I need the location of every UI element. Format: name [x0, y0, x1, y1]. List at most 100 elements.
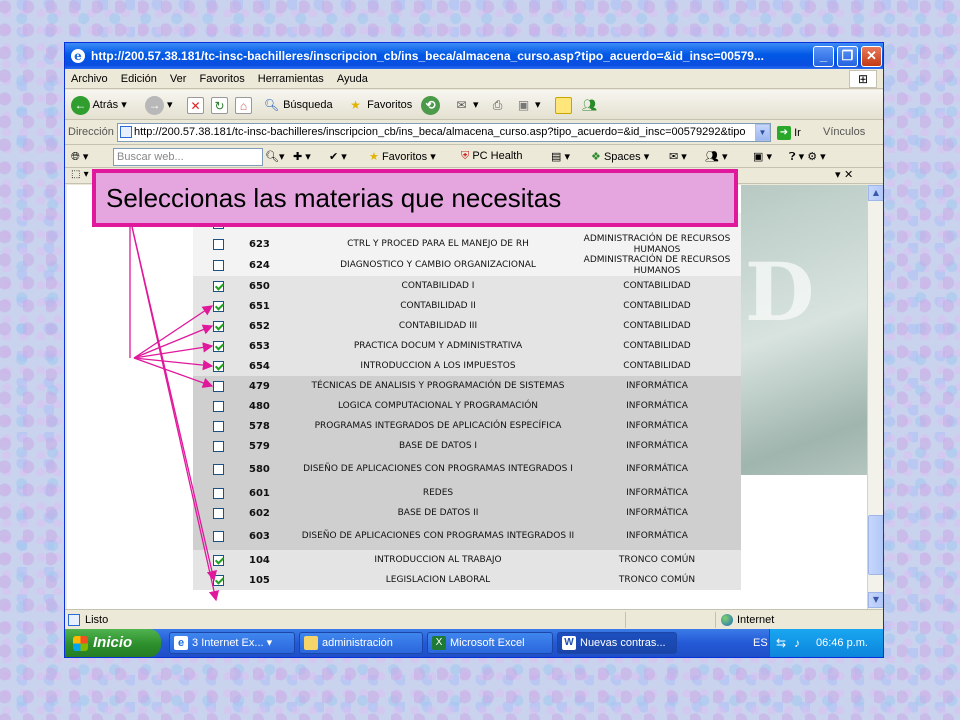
menu-ayuda[interactable]: Ayuda [333, 69, 372, 89]
course-checkbox[interactable] [213, 554, 224, 566]
taskbar-item-folder[interactable]: administración [299, 632, 423, 654]
course-checkbox[interactable] [213, 531, 224, 542]
maximize-button[interactable]: ❐ [837, 46, 858, 67]
course-checkbox-cell[interactable] [213, 503, 229, 523]
course-code: 603 [249, 531, 270, 542]
messenger-button[interactable]: 👥︎ [581, 95, 598, 115]
favorites-button[interactable]: ★ Favoritos [347, 95, 412, 115]
spaces-button[interactable]: ❖ Spaces ▾ [591, 150, 649, 163]
course-code: 623 [249, 239, 270, 250]
back-button[interactable]: ← Atrás ▾ [71, 95, 127, 115]
course-checkbox[interactable] [213, 487, 224, 499]
menu-ver[interactable]: Ver [166, 69, 191, 89]
course-checkbox-cell[interactable] [213, 570, 229, 590]
course-checkbox-cell[interactable] [213, 523, 229, 550]
course-checkbox[interactable] [213, 464, 224, 475]
rss-toolbar-icon[interactable]: ▣ ▾ [753, 150, 772, 163]
vertical-scrollbar[interactable]: ▲ ▼ [867, 185, 883, 609]
course-checkbox-cell[interactable] [213, 483, 229, 503]
menu-favoritos[interactable]: Favoritos [195, 69, 248, 89]
course-checkbox[interactable] [213, 420, 224, 432]
course-checkbox[interactable] [213, 507, 224, 519]
course-checkbox[interactable] [213, 574, 224, 586]
address-input[interactable]: http://200.57.38.181/tc-insc-bachilleres… [117, 123, 771, 142]
people-toolbar-icon[interactable]: 👥︎ ▾ [705, 150, 728, 163]
course-checkbox[interactable] [213, 440, 224, 452]
help-toolbar-icon[interactable]: ❓︎ ▾ ⚙ ▾ [789, 150, 826, 164]
course-checkbox-cell[interactable] [213, 255, 229, 276]
course-checkbox-cell[interactable] [213, 376, 229, 396]
menu-edicion[interactable]: Edición [117, 69, 161, 89]
title-bar[interactable]: e http://200.57.38.181/tc-insc-bachiller… [65, 43, 883, 69]
course-checkbox-cell[interactable] [213, 276, 229, 296]
links-favorites-button[interactable]: ★ Favoritos ▾ [369, 150, 436, 163]
links-label[interactable]: Vínculos [823, 126, 865, 138]
page-tab-icon[interactable]: ⬚ ▾ [71, 169, 89, 180]
notes-button[interactable] [555, 95, 572, 115]
course-checkbox[interactable] [213, 320, 224, 332]
home-button[interactable]: ⌂ [235, 95, 252, 115]
menu-herramientas[interactable]: Herramientas [254, 69, 328, 89]
table-row: 479 TÉCNICAS DE ANALISIS Y PROGRAMACIÓN D… [193, 376, 741, 396]
course-checkbox-cell[interactable] [213, 316, 229, 336]
start-button[interactable]: Inicio [65, 629, 161, 657]
course-area: CONTABILIDAD [623, 360, 691, 371]
sound-icon[interactable]: ♪ [794, 629, 800, 657]
course-checkbox-cell[interactable] [213, 396, 229, 416]
course-checkbox[interactable] [213, 360, 224, 372]
network-icon[interactable]: ⇆ [776, 629, 786, 657]
course-checkbox[interactable] [213, 300, 224, 312]
course-checkbox[interactable] [213, 400, 224, 412]
course-name: CONTABILIDAD I [401, 280, 475, 291]
addon-icon-1[interactable]: ✚ ▾ [293, 150, 311, 163]
course-checkbox[interactable] [213, 380, 224, 392]
addon-icon-2[interactable]: ✔ ▾ [329, 150, 347, 163]
course-checkbox[interactable] [213, 280, 224, 292]
edit-button[interactable]: ▣ ▾ [515, 95, 541, 115]
magnifier-icon: 🔍︎ [263, 97, 280, 112]
task-label: Internet Ex... [201, 637, 264, 649]
toolbar-logo-icon[interactable]: 🌐︎ ▾ [71, 150, 88, 164]
mail-toolbar-icon[interactable]: ✉ ▾ [669, 150, 687, 163]
scroll-up-button[interactable]: ▲ [868, 185, 883, 201]
print-button[interactable]: ⎙ [489, 95, 506, 115]
minimize-button[interactable]: _ [813, 46, 834, 67]
taskbar-item-word[interactable]: W Nuevas contras... [557, 632, 677, 654]
history-button[interactable]: ⟲ [421, 95, 440, 115]
web-search-input[interactable]: Buscar web... [113, 148, 263, 166]
course-name: DISEÑO DE APLICACIONES CON PROGRAMAS INT… [301, 531, 575, 541]
svg-text:e: e [74, 49, 82, 63]
course-checkbox[interactable] [213, 340, 224, 352]
forward-button[interactable]: → ▾ [145, 95, 173, 115]
mail-button[interactable]: ✉ ▾ [453, 95, 478, 115]
close-button[interactable]: ✕ [861, 46, 882, 67]
course-checkbox-cell[interactable] [213, 416, 229, 436]
course-checkbox-cell[interactable] [213, 550, 229, 570]
taskbar-item-internet-explorer[interactable]: e 3 Internet Ex... ▾ [169, 632, 295, 654]
web-search-button[interactable]: 🔍︎▾ [265, 150, 285, 163]
menu-archivo[interactable]: Archivo [67, 69, 112, 89]
course-checkbox-cell[interactable] [213, 356, 229, 376]
course-checkbox[interactable] [213, 239, 224, 250]
address-dropdown-button[interactable]: ▼ [755, 124, 770, 141]
go-button[interactable]: ➜ Ir [777, 126, 801, 140]
tab-menu-icon[interactable]: ▾ ✕ [835, 168, 853, 181]
language-indicator[interactable]: ES [753, 637, 768, 649]
address-label: Dirección [68, 126, 114, 138]
course-checkbox[interactable] [213, 260, 224, 271]
taskbar-item-excel[interactable]: X Microsoft Excel [427, 632, 553, 654]
stop-button[interactable]: ✕ [187, 95, 204, 115]
course-checkbox-cell[interactable] [213, 436, 229, 456]
course-checkbox-cell[interactable] [213, 234, 229, 255]
search-button[interactable]: 🔍︎ Búsqueda [263, 95, 333, 115]
standard-toolbar: ← Atrás ▾ → ▾ ✕ ↻ ⌂ 🔍︎ Búsqueda ★ Favori… [65, 90, 883, 120]
course-checkbox-cell[interactable] [213, 336, 229, 356]
refresh-button[interactable]: ↻ [211, 95, 228, 115]
scroll-thumb[interactable] [868, 515, 883, 575]
course-checkbox-cell[interactable] [213, 296, 229, 316]
pc-health-button[interactable]: ⛨ PC Health [461, 150, 522, 163]
scroll-down-button[interactable]: ▼ [868, 592, 883, 608]
course-checkbox-cell[interactable] [213, 456, 229, 483]
pc-health-menu-icon[interactable]: ▤ ▾ [551, 150, 570, 163]
table-row: 651 CONTABILIDAD II CONTABILIDAD [193, 296, 741, 316]
